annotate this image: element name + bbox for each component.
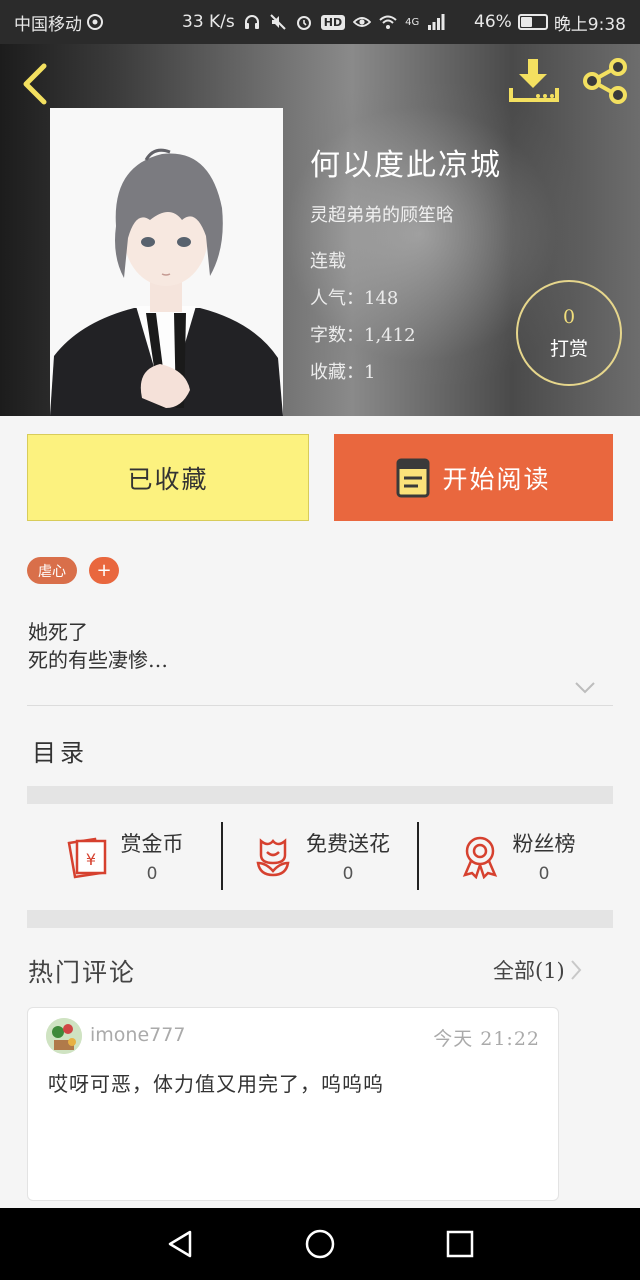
section-separator: [27, 910, 613, 928]
fan-ranking-button[interactable]: 粉丝榜 0: [419, 818, 613, 894]
book-author[interactable]: 灵超弟弟的顾笙晗: [310, 201, 454, 227]
comment-username[interactable]: imone777: [90, 1024, 185, 1046]
section-separator: [27, 786, 613, 804]
alarm-icon: [296, 16, 311, 30]
word-count: 字数：1,412: [310, 325, 416, 346]
tag-chip[interactable]: 虐心: [27, 557, 77, 584]
stat-value: 0: [342, 864, 354, 884]
chevron-down-icon[interactable]: [574, 680, 596, 696]
comment-card[interactable]: imone777 今天 21:22 哎呀可恶，体力值又用完了，呜呜呜: [27, 1007, 559, 1201]
flower-icon: [256, 838, 290, 877]
avatar[interactable]: [46, 1018, 82, 1054]
status-bar: 中国移动 33 K/s HD 4G 46% 晚上9:38: [0, 0, 640, 44]
free-flower-button[interactable]: 免费送花 0: [223, 818, 417, 894]
comment-time: 今天 21:22: [433, 1028, 540, 1050]
carrier-label: 中国移动: [14, 14, 82, 35]
chevron-right-icon: [571, 960, 582, 980]
clock: 晚上9:38: [553, 14, 626, 35]
back-icon[interactable]: [16, 60, 56, 108]
book-header: 何以度此凉城 灵超弟弟的顾笙晗 连载 人气：148 字数：1,412 收藏：1 …: [0, 44, 640, 416]
synopsis: 她死了 死的有些凄惨…: [28, 618, 168, 674]
stat-label: 免费送花: [306, 832, 390, 856]
stat-label: 赏金币: [120, 832, 184, 856]
circle-home-icon: [305, 1229, 335, 1259]
start-reading-label: 开始阅读: [442, 464, 551, 494]
synopsis-line: 她死了: [28, 620, 88, 644]
serial-status: 连载: [310, 251, 346, 272]
svg-text:¥: ¥: [85, 850, 95, 869]
nav-home-button[interactable]: [300, 1224, 340, 1264]
tip-label: 打赏: [549, 337, 588, 360]
table-of-contents-link[interactable]: 目录: [32, 733, 88, 768]
synopsis-line: 死的有些凄惨…: [28, 648, 168, 672]
headset-icon: [244, 15, 259, 29]
tip-button[interactable]: 0 打赏: [516, 280, 622, 386]
triangle-back-icon: [168, 1230, 192, 1258]
comment-text: 哎呀可恶，体力值又用完了，呜呜呜: [48, 1072, 384, 1096]
network-speed: 33 K/s: [182, 12, 235, 32]
mute-icon: [270, 14, 286, 30]
favorites-count: 收藏：1: [310, 362, 376, 383]
eye-icon: [353, 17, 372, 27]
share-icon[interactable]: [580, 56, 630, 106]
collected-button[interactable]: 已收藏: [27, 434, 309, 521]
hot-comments-title: 热门评论: [28, 958, 137, 987]
popularity-count: 人气：148: [310, 288, 399, 309]
battery-percent: 46%: [474, 12, 512, 32]
signal-icon: [428, 14, 445, 30]
battery-icon: [517, 14, 548, 30]
add-tag-button[interactable]: +: [89, 557, 119, 584]
sync-icon: [87, 14, 103, 30]
nav-back-button[interactable]: [160, 1224, 200, 1264]
gold-coin-button[interactable]: ¥ 赏金币 0: [27, 818, 221, 894]
hd-badge: HD: [320, 14, 346, 30]
book-title: 何以度此凉城: [310, 148, 502, 183]
stat-value: 0: [146, 864, 158, 884]
square-recents-icon: [446, 1230, 474, 1258]
all-comments-label: 全部(1): [493, 959, 565, 983]
book-icon: [396, 458, 430, 497]
network-type: 4G: [405, 16, 420, 28]
stat-value: 0: [538, 864, 550, 884]
download-icon[interactable]: [508, 56, 560, 106]
book-cover-image[interactable]: [50, 108, 283, 416]
stat-label: 粉丝榜: [512, 832, 576, 856]
wifi-icon: [379, 15, 397, 29]
tip-count: 0: [562, 305, 576, 328]
system-nav-bar: [0, 1208, 640, 1280]
stats-bar: ¥ 赏金币 0 免费送花 0 粉丝榜 0: [27, 818, 613, 894]
gold-coin-icon: ¥: [67, 837, 106, 879]
battery-level-fill: [520, 17, 532, 27]
divider: [27, 705, 613, 706]
medal-icon: [462, 836, 497, 879]
all-comments-link[interactable]: 全部(1): [493, 955, 583, 985]
start-reading-button[interactable]: 开始阅读: [334, 434, 613, 521]
nav-recents-button[interactable]: [440, 1224, 480, 1264]
collected-label: 已收藏: [127, 464, 209, 494]
